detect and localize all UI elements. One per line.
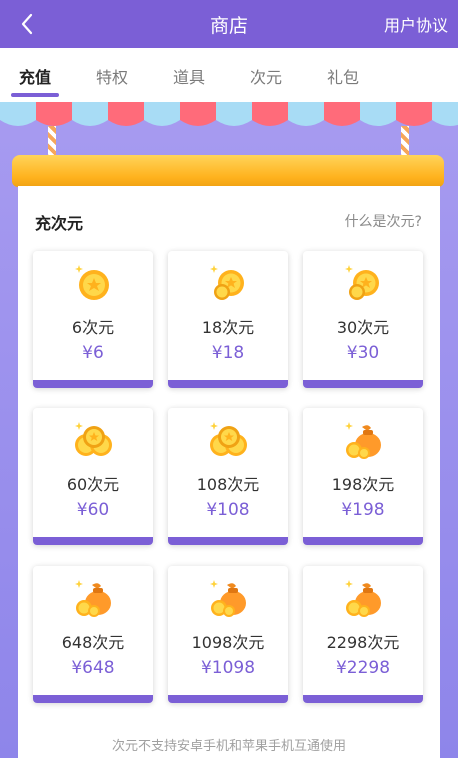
user-agreement-link[interactable]: 用户协议 bbox=[384, 12, 448, 36]
tab-bar: 充值 特权 道具 次元 礼包 bbox=[0, 48, 458, 102]
package-card-accent bbox=[303, 695, 423, 703]
money-bag-icon bbox=[345, 580, 381, 617]
package-amount: 18次元 bbox=[201, 318, 255, 337]
awning-stripe bbox=[0, 102, 36, 126]
coin-icon bbox=[75, 265, 109, 300]
top-bar: 商店 用户协议 bbox=[0, 0, 458, 48]
tab-gift-packs[interactable]: 礼包 bbox=[327, 64, 359, 88]
package-card[interactable]: 30次元 ¥30 bbox=[303, 251, 423, 388]
footer-note: 次元不支持安卓手机和苹果手机互通使用 bbox=[111, 739, 346, 754]
package-card-accent bbox=[168, 695, 288, 703]
package-card[interactable]: 1098次元 ¥1098 bbox=[168, 566, 288, 703]
package-amount: 648次元 bbox=[61, 633, 125, 652]
package-card-accent bbox=[168, 537, 288, 545]
package-price: ¥6 bbox=[82, 343, 104, 363]
package-price: ¥108 bbox=[206, 500, 250, 520]
package-card-accent bbox=[33, 380, 153, 388]
package-card-accent bbox=[168, 380, 288, 388]
package-card-accent bbox=[303, 380, 423, 388]
package-card[interactable]: 18次元 ¥18 bbox=[168, 251, 288, 388]
package-price: ¥648 bbox=[71, 658, 115, 678]
tab-privileges[interactable]: 特权 bbox=[96, 64, 128, 88]
tab-items[interactable]: 道具 bbox=[173, 64, 205, 88]
awning-stripe bbox=[144, 102, 180, 126]
package-card[interactable]: 6次元 ¥6 bbox=[33, 251, 153, 388]
active-tab-indicator bbox=[11, 93, 59, 97]
package-card[interactable]: 198次元 ¥198 bbox=[303, 408, 423, 545]
awning-stripe bbox=[180, 102, 216, 126]
shop-awning bbox=[0, 102, 458, 126]
package-card-accent bbox=[33, 537, 153, 545]
package-price: ¥60 bbox=[76, 500, 110, 520]
awning-stripe bbox=[288, 102, 324, 126]
recharge-panel: 充次元 什么是次元? 6次元 ¥6 18次元 ¥18 30次元 ¥30 60次元 ¥60 108… bbox=[18, 186, 440, 758]
tab-recharge[interactable]: 充值 bbox=[19, 64, 51, 88]
awning-stripe bbox=[216, 102, 252, 126]
awning-stripe bbox=[36, 102, 72, 126]
package-amount: 1098次元 bbox=[191, 633, 265, 652]
coin-pile-icon bbox=[75, 422, 112, 456]
package-amount: 30次元 bbox=[336, 318, 390, 337]
package-price: ¥198 bbox=[341, 500, 385, 520]
money-bag-icon bbox=[75, 580, 111, 617]
awning-stripe bbox=[252, 102, 288, 126]
package-card[interactable]: 2298次元 ¥2298 bbox=[303, 566, 423, 703]
awning-stripe bbox=[72, 102, 108, 126]
package-price: ¥30 bbox=[346, 343, 380, 363]
package-amount: 2298次元 bbox=[326, 633, 400, 652]
package-card[interactable]: 108次元 ¥108 bbox=[168, 408, 288, 545]
money-bag-icon bbox=[210, 580, 246, 617]
awning-stripe bbox=[432, 102, 458, 126]
package-amount: 6次元 bbox=[71, 318, 115, 337]
package-card-accent bbox=[33, 695, 153, 703]
tab-ciyuan[interactable]: 次元 bbox=[250, 64, 282, 88]
package-card[interactable]: 60次元 ¥60 bbox=[33, 408, 153, 545]
awning-stripe bbox=[360, 102, 396, 126]
package-card-accent bbox=[303, 537, 423, 545]
package-amount: 108次元 bbox=[196, 475, 260, 494]
package-price: ¥2298 bbox=[335, 658, 391, 678]
coins-icon bbox=[210, 265, 244, 300]
coins-icon bbox=[345, 265, 379, 300]
package-price: ¥18 bbox=[211, 343, 245, 363]
what-is-ciyuan-link[interactable]: 什么是次元? bbox=[345, 211, 422, 231]
section-title: 充次元 bbox=[35, 214, 84, 233]
shop-roof bbox=[12, 155, 444, 187]
awning-stripe bbox=[324, 102, 360, 126]
awning-stripe bbox=[108, 102, 144, 126]
money-bag-icon bbox=[345, 422, 381, 459]
awning-stripe bbox=[396, 102, 432, 126]
package-amount: 198次元 bbox=[331, 475, 395, 494]
package-card[interactable]: 648次元 ¥648 bbox=[33, 566, 153, 703]
package-amount: 60次元 bbox=[66, 475, 120, 494]
package-price: ¥1098 bbox=[200, 658, 256, 678]
coin-pile-icon bbox=[210, 422, 247, 456]
